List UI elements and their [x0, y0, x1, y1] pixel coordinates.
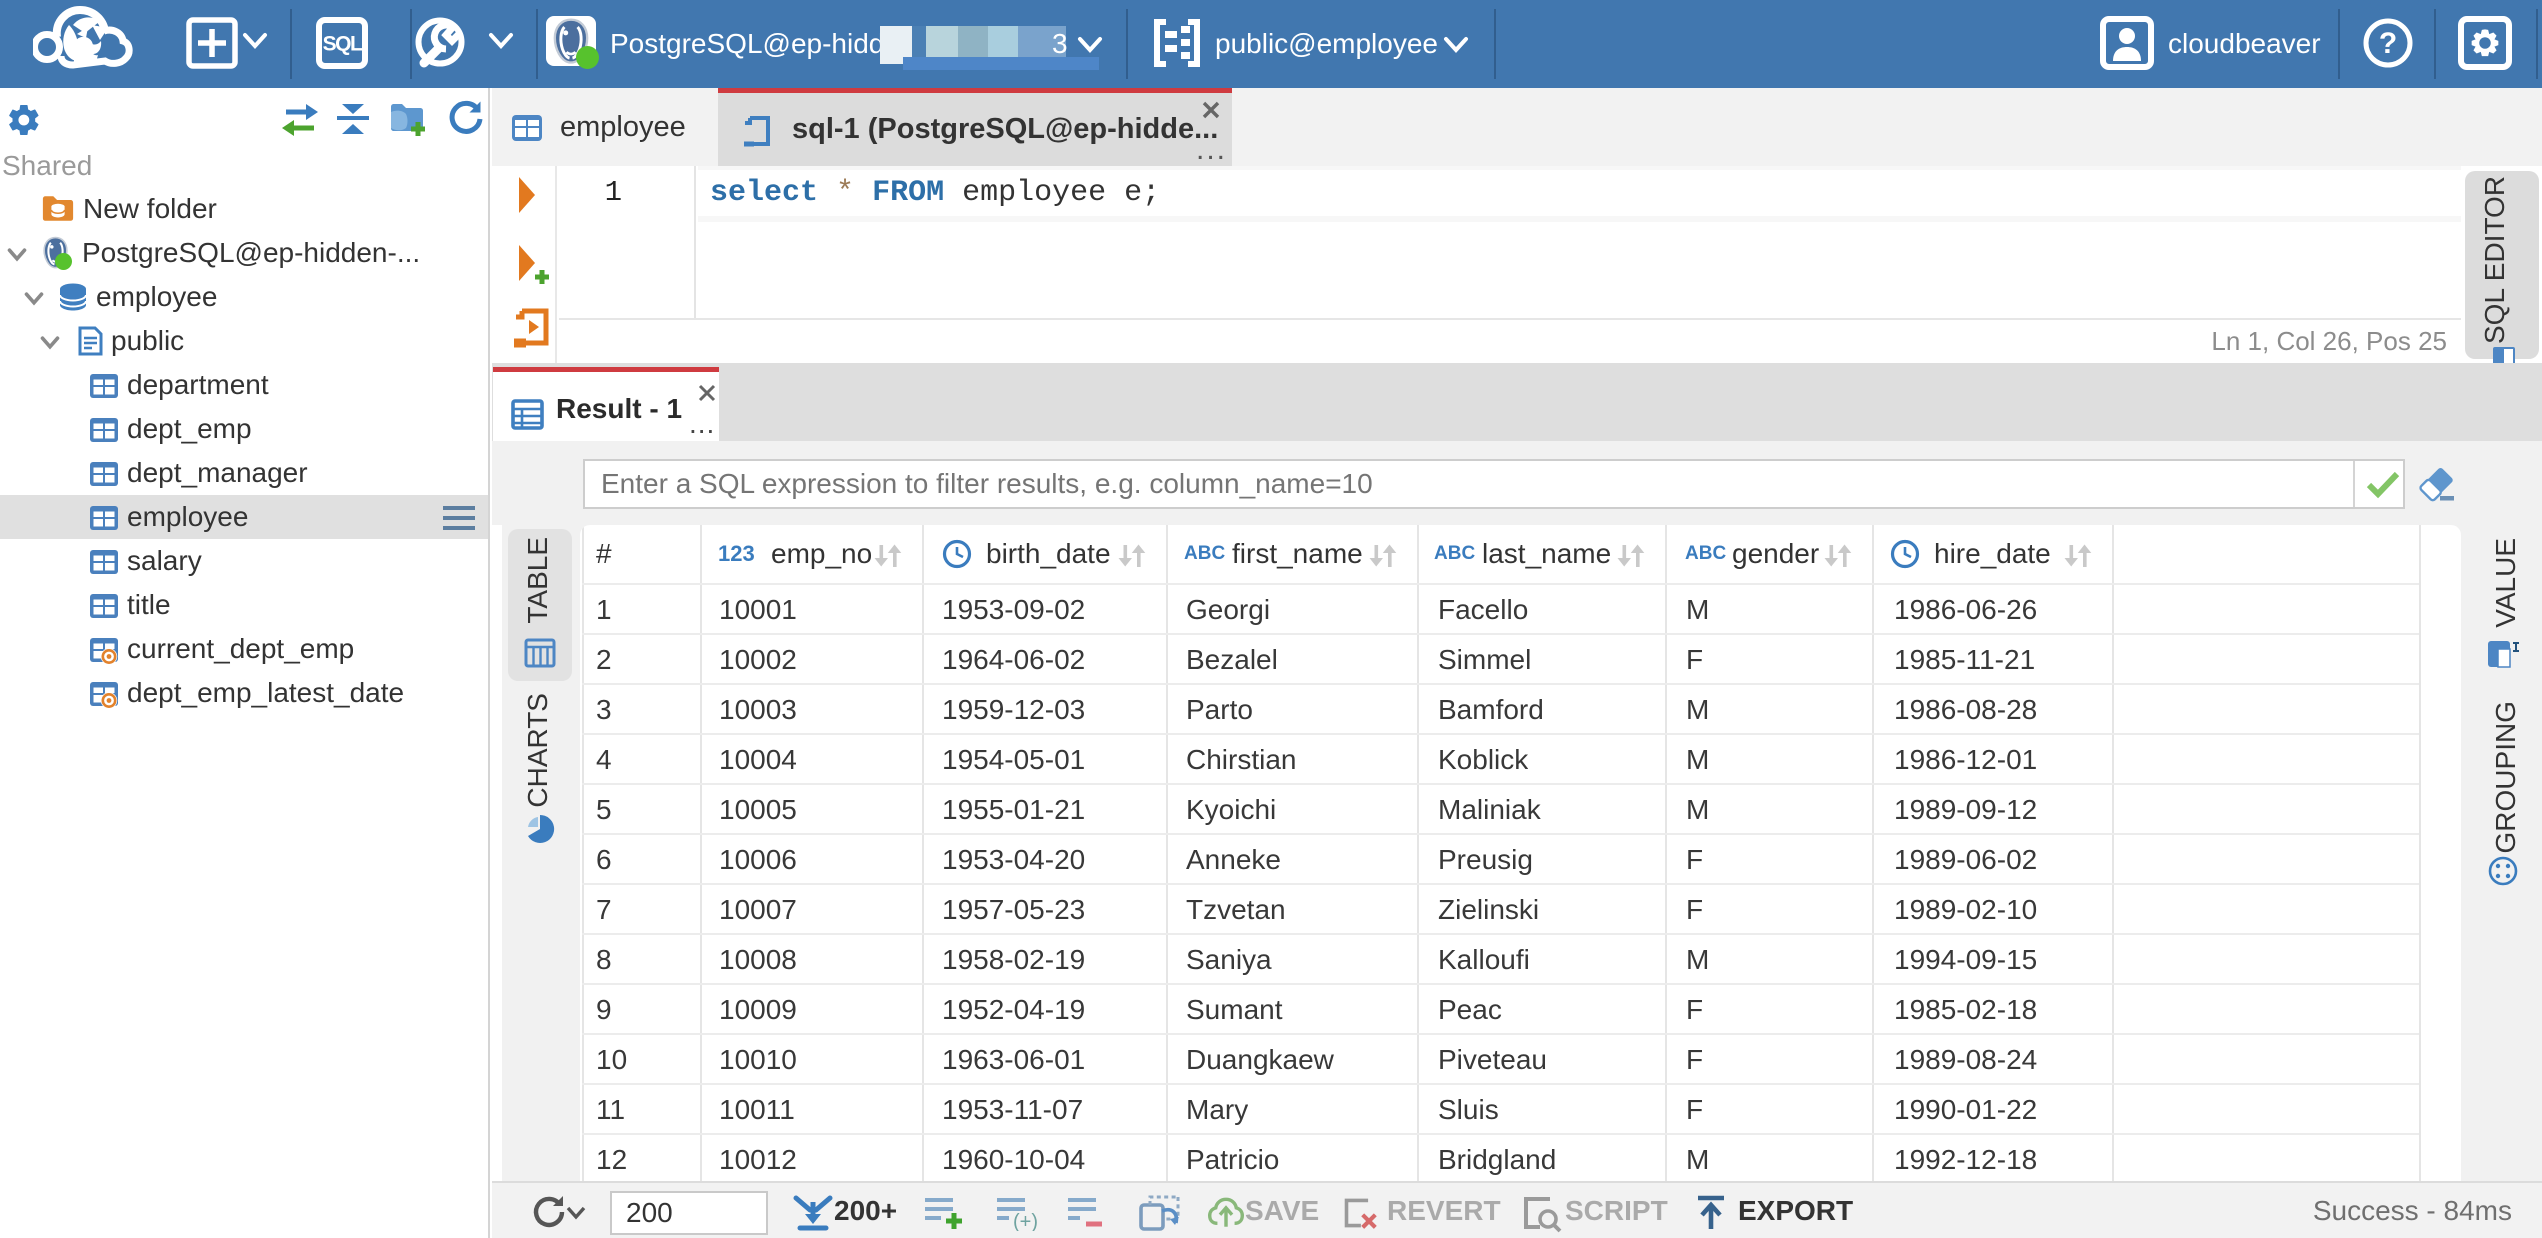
svg-text:?: ? [2379, 27, 2397, 60]
svg-text:SQL: SQL [323, 33, 363, 56]
svg-text:(+): (+) [1013, 1211, 1038, 1231]
